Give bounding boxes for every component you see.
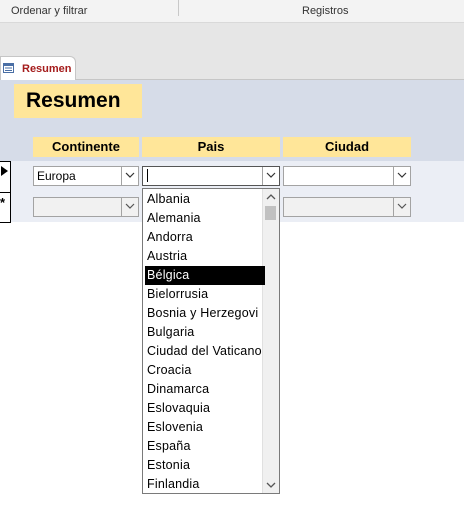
current-record-arrow-icon: [1, 166, 8, 176]
scroll-up-icon[interactable]: [263, 189, 279, 205]
continente-dropdown-button[interactable]: [121, 167, 138, 185]
dropdown-item[interactable]: Bélgica: [145, 266, 265, 285]
column-header-continente: Continente: [33, 137, 139, 157]
dropdown-item[interactable]: Alemania: [145, 209, 265, 228]
dropdown-item[interactable]: Eslovaquia: [145, 399, 265, 418]
new-record-icon: *: [0, 195, 6, 210]
dropdown-item[interactable]: Albania: [145, 190, 265, 209]
dropdown-item[interactable]: Eslovenia: [145, 418, 265, 437]
dropdown-item[interactable]: España: [145, 437, 265, 456]
column-header-pais: Pais: [142, 137, 280, 157]
ribbon-group-sort-filter: Ordenar y filtrar: [11, 5, 88, 17]
ribbon-divider: [178, 0, 179, 16]
ciudad-dropdown-button[interactable]: [393, 167, 410, 185]
selector-divider: [0, 192, 11, 193]
ribbon-band: [0, 23, 464, 55]
ribbon-group-labels: Ordenar y filtrar Registros: [0, 0, 464, 23]
pais-dropdown-button[interactable]: [262, 167, 279, 185]
dropdown-item[interactable]: Bielorrusia: [145, 285, 265, 304]
dropdown-item[interactable]: Estonia: [145, 456, 265, 475]
form-title: Resumen: [14, 84, 142, 118]
dropdown-item[interactable]: Croacia: [145, 361, 265, 380]
continente-combo[interactable]: Europa: [33, 166, 139, 186]
chevron-down-icon: [125, 203, 135, 209]
dropdown-item[interactable]: Dinamarca: [145, 380, 265, 399]
form-icon: [3, 63, 14, 73]
column-header-ciudad: Ciudad: [283, 137, 411, 157]
dropdown-item[interactable]: Finlandia: [145, 475, 265, 494]
scroll-down-icon[interactable]: [263, 477, 279, 493]
pais-dropdown-list[interactable]: Albania Alemania Andorra Austria Bélgica Biel…: [142, 188, 280, 494]
continente-value: Europa: [37, 169, 76, 183]
new-continente-combo[interactable]: [33, 197, 139, 217]
dropdown-item[interactable]: Bosnia y Herzegovi: [145, 304, 265, 323]
new-continente-dropdown-button[interactable]: [121, 198, 138, 216]
dropdown-item[interactable]: Andorra: [145, 228, 265, 247]
new-ciudad-combo[interactable]: [283, 197, 411, 217]
ribbon-group-records: Registros: [302, 5, 349, 17]
dropdown-item[interactable]: Austria: [145, 247, 265, 266]
ciudad-combo[interactable]: [283, 166, 411, 186]
dropdown-item[interactable]: Bulgaria: [145, 323, 265, 342]
dropdown-item[interactable]: Ciudad del Vaticano: [145, 342, 265, 361]
pais-combo[interactable]: [142, 166, 280, 186]
chevron-down-icon: [125, 172, 135, 178]
chevron-down-icon: [397, 203, 407, 209]
tab-label: Resumen: [22, 63, 72, 75]
chevron-down-icon: [266, 172, 276, 178]
scroll-thumb[interactable]: [265, 206, 276, 220]
chevron-down-icon: [397, 172, 407, 178]
new-ciudad-dropdown-button[interactable]: [393, 198, 410, 216]
tab-resumen[interactable]: Resumen: [0, 56, 76, 80]
text-cursor: [147, 169, 148, 182]
